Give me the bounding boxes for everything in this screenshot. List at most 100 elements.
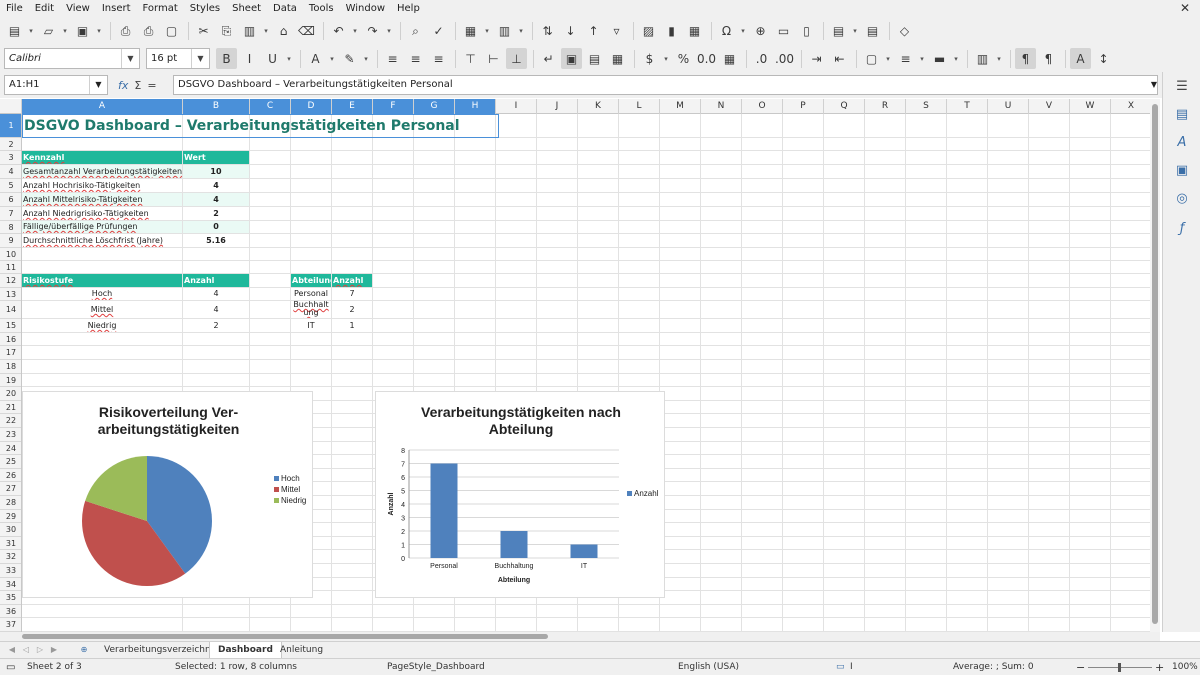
menu-item-view[interactable]: View [60, 0, 96, 17]
dropdown-arrow-icon[interactable]: ▾ [95, 27, 103, 35]
row-header-7[interactable]: 7 [0, 207, 21, 221]
borders-icon[interactable]: ▢ [861, 48, 882, 69]
risk-value[interactable]: 4 [183, 288, 249, 300]
header-footer-icon[interactable]: ▯ [796, 21, 817, 42]
row-header-25[interactable]: 25 [0, 455, 21, 469]
menu-item-edit[interactable]: Edit [29, 0, 60, 17]
formula-input[interactable]: DSGVO Dashboard – Verarbeitungstätigkeit… [173, 75, 1158, 95]
column-header-i[interactable]: I [496, 99, 537, 114]
row-header-33[interactable]: 33 [0, 564, 21, 578]
dropdown-arrow-icon[interactable]: ▾ [952, 55, 960, 63]
left-to-right-icon[interactable]: ¶ [1015, 48, 1036, 69]
sort-icon[interactable]: ⇅ [537, 21, 558, 42]
dropdown-arrow-icon[interactable]: ▾ [918, 55, 926, 63]
border-style-icon[interactable]: ≡ [895, 48, 916, 69]
risk-label[interactable]: Niedrig [22, 319, 182, 332]
row-header-17[interactable]: 17 [0, 346, 21, 360]
row-header-3[interactable]: 3 [0, 151, 21, 165]
risk-value[interactable]: 2 [183, 319, 249, 332]
row-icon[interactable]: ▦ [460, 21, 481, 42]
column-header-d[interactable]: D [291, 99, 332, 114]
dept-label[interactable]: Personal [291, 288, 331, 300]
bold-icon[interactable]: B [216, 48, 237, 69]
menu-item-file[interactable]: File [0, 0, 29, 17]
column-header-o[interactable]: O [742, 99, 783, 114]
italic-icon[interactable]: I [239, 48, 260, 69]
insert-mode-icon[interactable]: I [850, 659, 853, 676]
comment-icon[interactable]: ▭ [773, 21, 794, 42]
sort-ascending-icon[interactable]: ↓ [560, 21, 581, 42]
column-header-w[interactable]: W [1070, 99, 1111, 114]
pivot-table-icon[interactable]: ▦ [684, 21, 705, 42]
properties-icon[interactable]: ▤ [1173, 106, 1191, 124]
highlight-color-icon[interactable]: ✎ [339, 48, 360, 69]
menu-item-format[interactable]: Format [137, 0, 184, 17]
chevron-down-icon[interactable]: ▼ [191, 49, 209, 68]
horizontal-scrollbar[interactable] [0, 632, 1160, 641]
formula-icon[interactable]: = [147, 79, 156, 92]
dropdown-arrow-icon[interactable]: ▾ [483, 27, 491, 35]
row-header-37[interactable]: 37 [0, 618, 21, 632]
column-header-m[interactable]: M [660, 99, 701, 114]
department-bar-chart[interactable]: Verarbeitungstätigkeiten nach Abteilung … [375, 391, 665, 598]
zoom-out-icon[interactable]: − [1076, 659, 1085, 676]
gallery-icon[interactable]: ▣ [1173, 162, 1191, 180]
dropdown-arrow-icon[interactable]: ▾ [262, 27, 270, 35]
row-header-28[interactable]: 28 [0, 496, 21, 510]
selection-mode-icon[interactable]: ▭ [836, 659, 845, 676]
dept-value[interactable]: 2 [332, 301, 372, 318]
dropdown-arrow-icon[interactable]: ▾ [739, 27, 747, 35]
row-header-34[interactable]: 34 [0, 578, 21, 591]
expand-formula-icon[interactable]: ▼ [1148, 75, 1160, 95]
kpi-value[interactable]: 0 [183, 221, 249, 233]
sheet-tab-active[interactable]: Dashboard [209, 642, 282, 658]
page-style[interactable]: PageStyle_Dashboard [387, 659, 485, 676]
dropdown-arrow-icon[interactable]: ▾ [285, 55, 293, 63]
image-icon[interactable]: ▨ [638, 21, 659, 42]
chart-icon[interactable]: ▮ [661, 21, 682, 42]
row-header-12[interactable]: 12 [0, 274, 21, 288]
dept-value[interactable]: 7 [332, 288, 372, 300]
row-header-16[interactable]: 16 [0, 333, 21, 346]
dept-label[interactable]: IT [291, 319, 331, 332]
first-sheet-icon[interactable]: ◀ [6, 644, 18, 656]
open-icon[interactable]: ▱ [38, 21, 59, 42]
menu-icon[interactable]: ☰ [1173, 78, 1191, 96]
row-header-14[interactable]: 14 [0, 301, 21, 319]
row-header-26[interactable]: 26 [0, 469, 21, 482]
column-header-k[interactable]: K [578, 99, 619, 114]
dropdown-arrow-icon[interactable]: ▾ [27, 27, 35, 35]
menu-item-tools[interactable]: Tools [303, 0, 340, 17]
right-to-left-icon[interactable]: ¶ [1038, 48, 1059, 69]
column-header-b[interactable]: B [183, 99, 250, 114]
wrap-text-icon[interactable]: ↵ [538, 48, 559, 69]
column-header-h[interactable]: H [455, 99, 496, 114]
column-header-x[interactable]: X [1111, 99, 1152, 114]
new-document-icon[interactable]: ▤ [4, 21, 25, 42]
row-header-4[interactable]: 4 [0, 165, 21, 179]
last-sheet-icon[interactable]: ▶ [48, 644, 60, 656]
row-header-2[interactable]: 2 [0, 138, 21, 151]
show-draw-functions-icon[interactable]: ◇ [894, 21, 915, 42]
row-header-8[interactable]: 8 [0, 221, 21, 234]
currency-format-icon[interactable]: $ [639, 48, 660, 69]
dropdown-arrow-icon[interactable]: ▾ [362, 55, 370, 63]
navigator-icon[interactable]: ◎ [1173, 190, 1191, 208]
kpi-header-label[interactable]: Kennzahl [22, 151, 182, 164]
kpi-label[interactable]: Gesamtanzahl Verarbeitungstätigkeiten [22, 165, 182, 178]
print-icon[interactable]: ⎙ [138, 21, 159, 42]
conditional-format-icon[interactable]: ▥ [972, 48, 993, 69]
text-direction-icon[interactable]: A [1070, 48, 1091, 69]
dropdown-arrow-icon[interactable]: ▾ [61, 27, 69, 35]
vertical-scrollbar[interactable] [1150, 99, 1160, 632]
select-all-corner[interactable] [0, 99, 22, 114]
dropdown-arrow-icon[interactable]: ▾ [385, 27, 393, 35]
align-top-icon[interactable]: ⊤ [460, 48, 481, 69]
row-header-32[interactable]: 32 [0, 550, 21, 564]
column-icon[interactable]: ▥ [494, 21, 515, 42]
risk-header-label[interactable]: Risikostufe [22, 274, 182, 287]
kpi-label[interactable]: Anzahl Niedrigrisiko-Tätigkeiten [22, 207, 182, 220]
undo-icon[interactable]: ↶ [328, 21, 349, 42]
row-header-20[interactable]: 20 [0, 387, 21, 401]
menu-item-window[interactable]: Window [340, 0, 391, 17]
